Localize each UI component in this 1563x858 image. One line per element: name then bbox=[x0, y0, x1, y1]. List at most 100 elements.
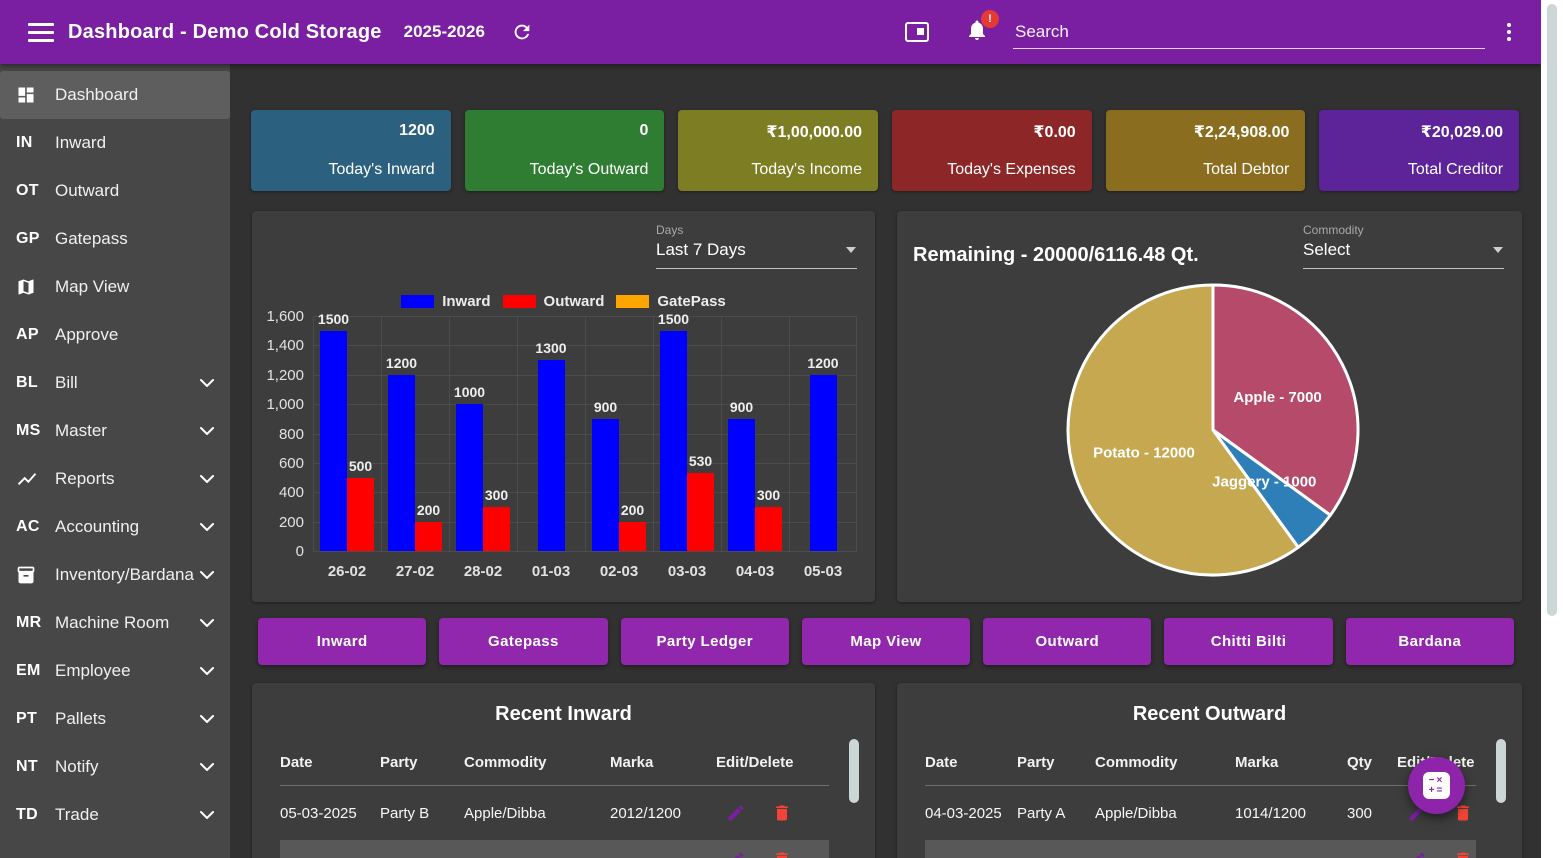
recent-outward-title: Recent Outward bbox=[897, 701, 1522, 727]
edit-icon[interactable] bbox=[1407, 850, 1427, 858]
sidebar-item-accounting[interactable]: ACAccounting bbox=[0, 503, 230, 551]
menu-icon[interactable] bbox=[28, 23, 54, 42]
sidebar-item-machine-room[interactable]: MRMachine Room bbox=[0, 599, 230, 647]
bar-value-label: 1300 bbox=[535, 340, 566, 356]
chevron-down-icon bbox=[200, 379, 214, 387]
table-row: 04-03-2025Party AApple/Dibba1014/1200300 bbox=[925, 786, 1476, 840]
y-tick-label: 200 bbox=[258, 514, 304, 531]
pie-slice-label: Apple - 7000 bbox=[1233, 389, 1321, 406]
column-header-commodity: Commodity bbox=[464, 754, 610, 771]
sidebar-item-label: Dashboard bbox=[55, 85, 138, 105]
bar-outward: 300 bbox=[483, 507, 510, 551]
page-scrollbar[interactable] bbox=[1541, 0, 1563, 858]
edit-icon[interactable] bbox=[726, 803, 746, 823]
abbr-accounting-icon: AC bbox=[16, 518, 48, 536]
fiscal-year-selector[interactable]: 2025-2026 bbox=[404, 22, 485, 42]
sidebar-item-trade[interactable]: TDTrade bbox=[0, 791, 230, 839]
sidebar-item-map-view[interactable]: Map View bbox=[0, 263, 230, 311]
stat-label: Today's Expenses bbox=[947, 161, 1075, 179]
stat-label: Today's Inward bbox=[328, 161, 434, 179]
y-tick-label: 1,200 bbox=[258, 367, 304, 384]
sidebar-item-label: Employee bbox=[55, 661, 131, 681]
sidebar-item-gatepass[interactable]: GPGatepass bbox=[0, 215, 230, 263]
abbr-outward-icon: OT bbox=[16, 182, 48, 200]
sidebar-item-label: Reports bbox=[55, 469, 115, 489]
table-row: 05-03-2025Party BApple/Dibba2012/1200 bbox=[280, 786, 829, 840]
bar-group-05-03: 1200 bbox=[789, 316, 857, 551]
commodity-filter[interactable]: Commodity Select bbox=[1303, 223, 1504, 269]
stat-value: ₹20,029.00 bbox=[1421, 122, 1503, 142]
bar-group-26-02: 1500500 bbox=[313, 316, 381, 551]
bar-value-label: 300 bbox=[485, 487, 508, 503]
bar-outward: 530 bbox=[687, 473, 714, 551]
inward-button[interactable]: Inward bbox=[258, 618, 426, 665]
sidebar-item-outward[interactable]: OTOutward bbox=[0, 167, 230, 215]
sidebar-item-approve[interactable]: APApprove bbox=[0, 311, 230, 359]
pie-slice-label: Jaggery - 1000 bbox=[1212, 473, 1316, 490]
chevron-down-icon bbox=[200, 571, 214, 579]
sidebar-item-inventory-bardana[interactable]: Inventory/Bardana bbox=[0, 551, 230, 599]
gridline bbox=[313, 551, 857, 552]
chevron-down-icon bbox=[200, 475, 214, 483]
cell: Apple/Dibba bbox=[464, 805, 610, 822]
sidebar-item-dashboard[interactable]: Dashboard bbox=[0, 71, 230, 119]
sidebar-item-label: Map View bbox=[55, 277, 129, 297]
bardana-button[interactable]: Bardana bbox=[1346, 618, 1514, 665]
calculator-fab[interactable]: −×+= bbox=[1408, 757, 1465, 814]
sidebar-item-notify[interactable]: NTNotify bbox=[0, 743, 230, 791]
sidebar-item-reports[interactable]: Reports bbox=[0, 455, 230, 503]
stat-card-today-s-income: ₹1,00,000.00Today's Income bbox=[678, 110, 878, 191]
chitti-bilti-button[interactable]: Chitti Bilti bbox=[1164, 618, 1332, 665]
bar-inward: 1500 bbox=[320, 331, 347, 551]
sidebar-item-bill[interactable]: BLBill bbox=[0, 359, 230, 407]
stat-value: ₹0.00 bbox=[1033, 122, 1075, 142]
sidebar-item-label: Approve bbox=[55, 325, 118, 345]
outward-button[interactable]: Outward bbox=[983, 618, 1151, 665]
stat-label: Total Creditor bbox=[1408, 161, 1503, 179]
gatepass-button[interactable]: Gatepass bbox=[439, 618, 607, 665]
table-scrollbar-thumb[interactable] bbox=[849, 739, 859, 803]
table-header-row: DatePartyCommodityMarkaEdit/Delete bbox=[280, 739, 829, 786]
bar-value-label: 200 bbox=[621, 502, 644, 518]
column-header-date: Date bbox=[925, 754, 1017, 771]
recent-inward-panel: Recent Inward DatePartyCommodityMarkaEdit… bbox=[252, 683, 875, 858]
sidebar-item-label: Master bbox=[55, 421, 107, 441]
search-input[interactable] bbox=[1013, 16, 1485, 49]
cell: 1014/1200 bbox=[1235, 805, 1347, 822]
delete-icon[interactable] bbox=[1453, 850, 1473, 858]
x-tick-label: 28-02 bbox=[449, 563, 517, 580]
sidebar-item-master[interactable]: MSMaster bbox=[0, 407, 230, 455]
map-view-button[interactable]: Map View bbox=[802, 618, 970, 665]
bar-value-label: 300 bbox=[757, 487, 780, 503]
chevron-down-icon bbox=[200, 619, 214, 627]
column-header-marka: Marka bbox=[1235, 754, 1347, 771]
edit-icon[interactable] bbox=[726, 850, 746, 858]
party-ledger-button[interactable]: Party Ledger bbox=[621, 618, 789, 665]
table-scrollbar-thumb[interactable] bbox=[1496, 739, 1506, 803]
y-tick-label: 1,600 bbox=[258, 308, 304, 325]
dropdown-arrow-icon bbox=[846, 247, 856, 253]
column-header-date: Date bbox=[280, 754, 380, 771]
sidebar-item-label: Pallets bbox=[55, 709, 106, 729]
refresh-icon[interactable] bbox=[511, 21, 533, 43]
delete-icon[interactable] bbox=[772, 850, 792, 858]
days-filter[interactable]: Days Last 7 Days bbox=[656, 223, 857, 269]
sidebar-item-employee[interactable]: EMEmployee bbox=[0, 647, 230, 695]
cell: Party A bbox=[1017, 805, 1095, 822]
cell: Apple/Dibba bbox=[1095, 805, 1235, 822]
scrollbar-thumb[interactable] bbox=[1547, 4, 1557, 616]
notifications-button[interactable]: ! bbox=[965, 18, 989, 47]
panel-icon[interactable] bbox=[905, 22, 929, 42]
abbr-pallets-icon: PT bbox=[16, 710, 48, 728]
kebab-menu-icon[interactable] bbox=[1503, 19, 1515, 45]
inventory-icon bbox=[16, 565, 48, 585]
row-actions bbox=[1397, 850, 1476, 858]
sidebar-item-label: Notify bbox=[55, 757, 98, 777]
recent-inward-title: Recent Inward bbox=[252, 701, 875, 727]
column-header-commodity: Commodity bbox=[1095, 754, 1235, 771]
sidebar-item-inward[interactable]: INInward bbox=[0, 119, 230, 167]
sidebar-item-pallets[interactable]: PT Pallets bbox=[0, 695, 230, 743]
delete-icon[interactable] bbox=[772, 803, 792, 823]
bar-group-01-03: 1300 bbox=[517, 316, 585, 551]
stat-label: Today's Income bbox=[751, 161, 862, 179]
